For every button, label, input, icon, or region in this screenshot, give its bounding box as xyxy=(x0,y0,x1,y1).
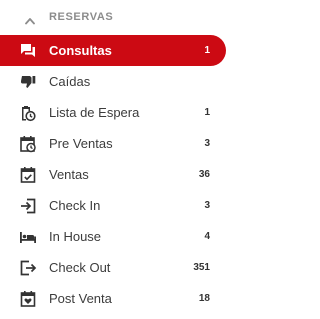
menu-item-label: Consultas xyxy=(49,43,112,58)
chevron-up-icon[interactable] xyxy=(25,12,35,25)
reservas-menu: Consultas 1 Caídas Lista de Espera 1 Pre… xyxy=(0,35,233,314)
calendar-heart-icon xyxy=(19,290,37,308)
section-header-reservas[interactable]: RESERVAS xyxy=(0,0,233,34)
menu-item-count: 1 xyxy=(204,107,210,118)
menu-item-caidas[interactable]: Caídas xyxy=(0,66,226,97)
menu-item-in-house[interactable]: In House 4 xyxy=(0,221,226,252)
menu-item-label: Caídas xyxy=(49,74,91,89)
menu-item-label: Lista de Espera xyxy=(49,105,140,120)
menu-item-label: Ventas xyxy=(49,167,89,182)
calendar-clock-icon xyxy=(19,135,37,153)
menu-item-count: 18 xyxy=(198,293,210,304)
clipboard-clock-icon xyxy=(19,104,37,122)
menu-item-count: 36 xyxy=(198,169,210,180)
menu-item-count: 4 xyxy=(204,231,210,242)
menu-item-label: Pre Ventas xyxy=(49,136,113,151)
menu-item-count: 3 xyxy=(204,138,210,149)
menu-item-label: Post Venta xyxy=(49,291,112,306)
menu-item-post-venta[interactable]: Post Venta 18 xyxy=(0,283,226,314)
chat-bubbles-icon xyxy=(19,42,37,60)
bed-icon xyxy=(19,228,37,246)
login-icon xyxy=(19,197,37,215)
thumbs-down-icon xyxy=(19,73,37,91)
menu-item-check-out[interactable]: Check Out 351 xyxy=(0,252,226,283)
calendar-check-icon xyxy=(19,166,37,184)
menu-item-lista-de-espera[interactable]: Lista de Espera 1 xyxy=(0,97,226,128)
menu-item-count: 3 xyxy=(204,200,210,211)
logout-icon xyxy=(19,259,37,277)
menu-item-label: Check Out xyxy=(49,260,111,275)
menu-item-label: In House xyxy=(49,229,102,244)
menu-item-ventas[interactable]: Ventas 36 xyxy=(0,159,226,190)
menu-item-count: 351 xyxy=(193,262,210,273)
menu-item-consultas[interactable]: Consultas 1 xyxy=(0,35,226,66)
menu-item-check-in[interactable]: Check In 3 xyxy=(0,190,226,221)
menu-item-pre-ventas[interactable]: Pre Ventas 3 xyxy=(0,128,226,159)
menu-item-count: 1 xyxy=(204,45,210,56)
menu-item-label: Check In xyxy=(49,198,101,213)
section-title: RESERVAS xyxy=(49,11,114,23)
